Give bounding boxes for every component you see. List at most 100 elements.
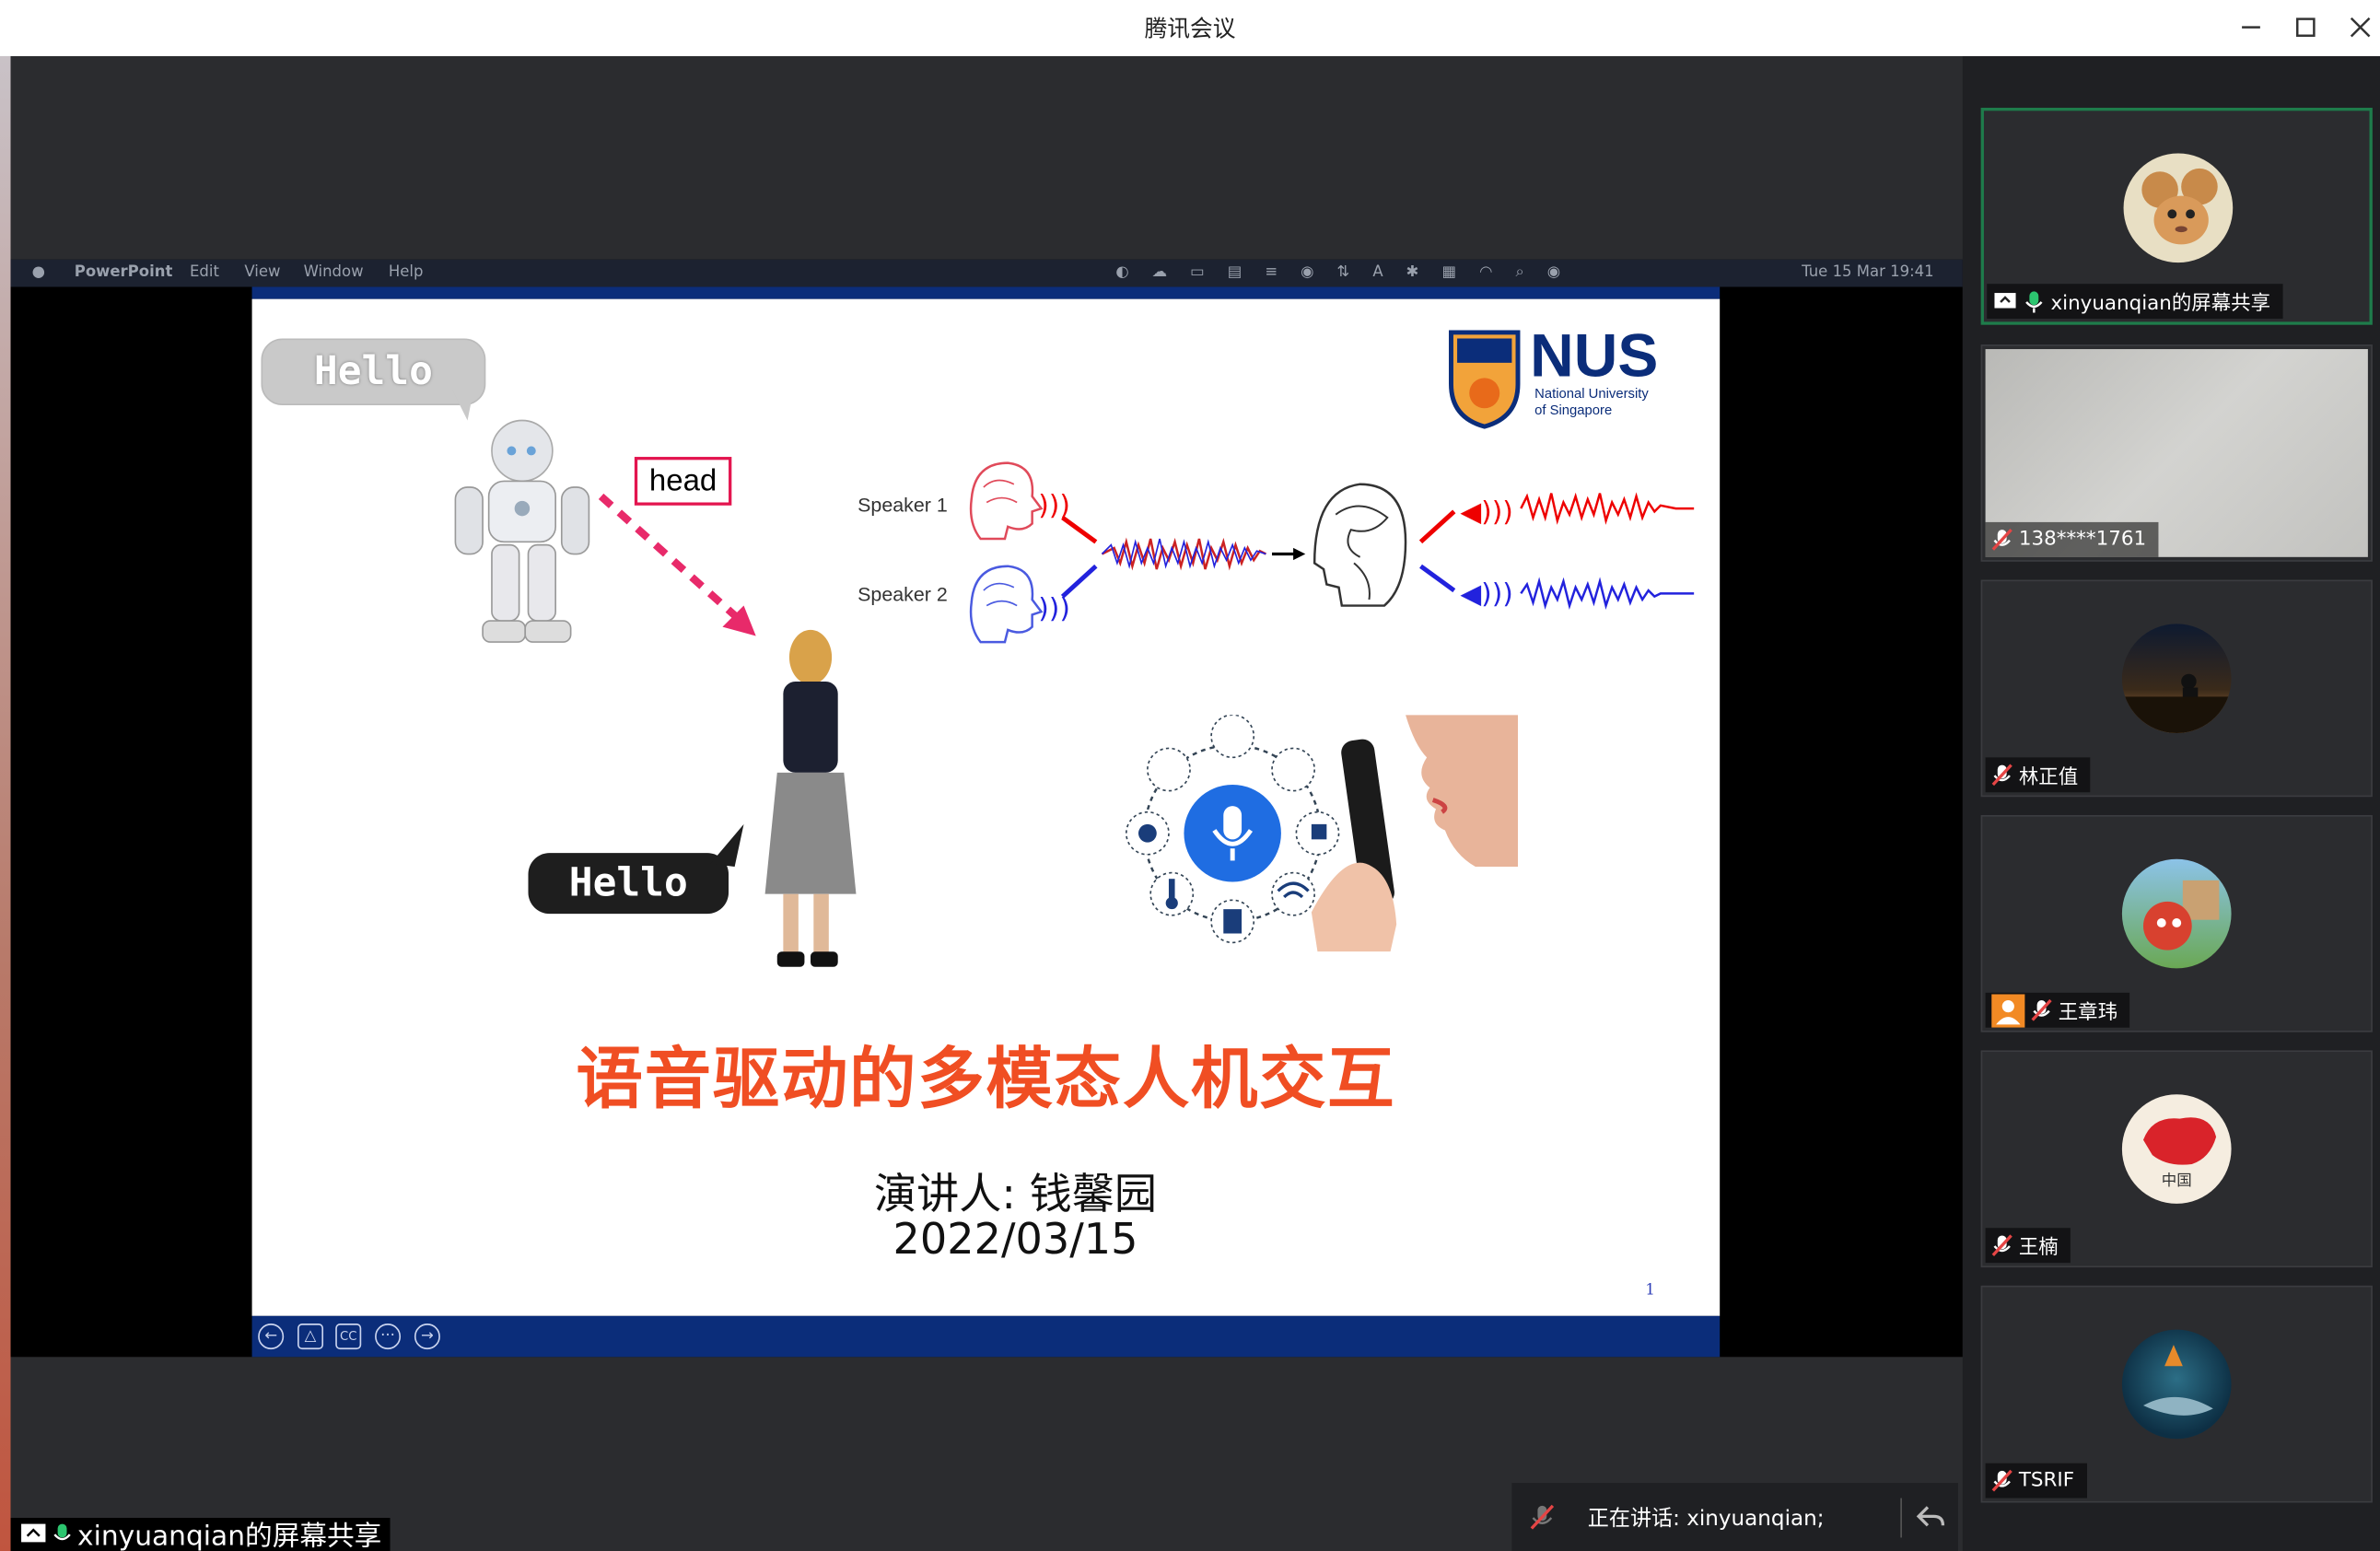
minimize-button[interactable] (2232, 9, 2271, 46)
participant-tile[interactable]: 138****1761 (1980, 344, 2373, 562)
participant-tile[interactable]: 王章玮 (1980, 814, 2373, 1032)
window-title: 腾讯会议 (1144, 15, 1236, 43)
hello-bubble-bottom: Hello (528, 853, 729, 915)
mac-menu-window: Window (303, 263, 364, 281)
woman-figure-icon (764, 629, 857, 967)
mac-menu-view: View (244, 263, 281, 281)
cartoon-character-avatar-icon (2142, 880, 2220, 950)
app-window: 腾讯会议 ● PowerPoint Edit View Window Help … (0, 0, 2380, 1551)
mac-clock: Tue 15 Mar 19:41 (1802, 263, 1934, 281)
participant-name: xinyuanqian的屏幕共享 (2050, 293, 2271, 316)
bubble-tail-bottom-icon (710, 823, 744, 868)
reply-arrow-icon[interactable] (1916, 1504, 1946, 1528)
slide-top-band (251, 286, 1721, 299)
avatar (2123, 153, 2234, 263)
screen-share-icon (21, 1523, 46, 1543)
page-number: 1 (1645, 1282, 1655, 1300)
mic-muted-icon (1991, 1233, 2012, 1256)
close-button[interactable] (2340, 9, 2380, 46)
arrow-right-icon: → (420, 1328, 434, 1346)
participant-name: 林正值 (2018, 766, 2079, 789)
user-host-icon (1991, 993, 2025, 1027)
speaking-text: 正在讲话: xinyuanqian; (1587, 1507, 1825, 1532)
pen-tool-button[interactable]: △ (298, 1324, 324, 1350)
more-icon: ··· (380, 1328, 395, 1346)
nus-logo-text: NUS (1530, 323, 1659, 391)
speaker1-label: Speaker 1 (858, 493, 948, 517)
nus-subtitle-1: National University (1534, 385, 1649, 402)
close-icon (2350, 17, 2371, 38)
hello-bottom-text: Hello (568, 860, 688, 906)
presentation-slide: Hello head Hello Speaker 1 Speaker 2)))… (251, 298, 1721, 1316)
avatar (2121, 624, 2232, 733)
participant-tile[interactable]: 中国 王楠 (1980, 1050, 2373, 1268)
participant-name: TSRIF (2018, 1469, 2075, 1492)
prev-slide-button[interactable]: ← (258, 1324, 285, 1350)
participant-name-bar: 王章玮 (1985, 992, 2130, 1028)
participant-name: 王章玮 (2058, 1001, 2118, 1025)
svg-text:◀))): ◀))) (1460, 577, 1513, 609)
divider (1900, 1498, 1902, 1538)
participant-name-bar: 林正值 (1985, 757, 2091, 793)
mic-muted-icon (1991, 1468, 2012, 1491)
mac-app-name: PowerPoint (74, 263, 173, 281)
arrow-left-icon: ← (264, 1328, 278, 1346)
mac-status-icons: ◐ ☁ ▭ ▤ ≡ ◉ ⇅ A ✱ ▦ ◠ ⌕ ◉ (1115, 263, 1570, 281)
head-blue-icon (969, 565, 1044, 644)
minimize-icon (2242, 26, 2260, 29)
apple-icon: ● (31, 263, 46, 281)
mic-on-icon (53, 1523, 71, 1541)
speaking-indicator: 正在讲话: xinyuanqian; (1511, 1483, 1958, 1551)
speaker2-label: Speaker 2 (858, 582, 948, 606)
participant-name-bar: 138****1761 (1985, 521, 2159, 557)
nus-subtitle-2: of Singapore (1534, 402, 1613, 418)
mic-muted-icon (2031, 998, 2052, 1020)
hello-top-text: Hello (313, 349, 433, 395)
participant-tile[interactable]: xinyuanqian的屏幕共享 (1980, 108, 2373, 325)
participant-name-bar: xinyuanqian的屏幕共享 (1987, 284, 2283, 320)
svg-text:))): ))) (1038, 489, 1070, 521)
cc-icon: CC (339, 1329, 357, 1344)
participant-tile[interactable]: TSRIF (1980, 1285, 2373, 1503)
participant-name: 王楠 (2018, 1237, 2059, 1260)
screen-share-icon (1994, 292, 2016, 308)
mic-muted-icon (1991, 528, 2012, 550)
captions-button[interactable]: CC (335, 1324, 362, 1350)
robot-icon (454, 419, 590, 643)
maximize-button[interactable] (2286, 9, 2326, 46)
slide-navigation-bar: ← △ CC ··· → (251, 1315, 1721, 1358)
ocean-whale-avatar-icon (2142, 1345, 2213, 1416)
pen-icon: △ (304, 1328, 317, 1346)
avatar: 中国 (2121, 1094, 2232, 1204)
more-options-button[interactable]: ··· (375, 1324, 402, 1350)
next-slide-button[interactable]: → (414, 1324, 440, 1350)
head-red-icon (969, 461, 1044, 541)
speech-separation-diagram: ))) ))) ◀))) ◀))) (969, 461, 1695, 644)
mic-muted-icon (1991, 763, 2012, 786)
participant-tile[interactable]: 林正值 (1980, 579, 2373, 798)
night-city-avatar-icon (2121, 673, 2232, 733)
bottom-share-label: xinyuanqian的屏幕共享 (10, 1518, 391, 1551)
slide-title: 语音驱动的多模态人机交互 (576, 1041, 1396, 1119)
avatar (2121, 1329, 2232, 1440)
mac-menu-help: Help (388, 263, 424, 281)
nus-crest-icon (1449, 330, 1521, 429)
mac-menu-edit: Edit (190, 263, 219, 281)
mac-menubar: ● PowerPoint Edit View Window Help ◐ ☁ ▭… (10, 259, 1963, 287)
mic-on-icon (2025, 290, 2043, 312)
bottom-share-text: xinyuanqian的屏幕共享 (77, 1521, 382, 1551)
svg-text:中国: 中国 (2162, 1172, 2192, 1189)
avatar (2121, 858, 2232, 969)
presentation-date: 2022/03/15 (892, 1214, 1138, 1265)
mic-muted-icon[interactable] (1530, 1504, 1555, 1532)
presenter-line: 演讲人: 钱馨园 (873, 1168, 1158, 1219)
brain-head-icon (1312, 483, 1407, 607)
participant-name-bar: TSRIF (1985, 1463, 2087, 1499)
china-map-avatar-icon: 中国 (2142, 1117, 2217, 1189)
title-bar: 腾讯会议 (0, 0, 2380, 56)
cartoon-mouse-avatar-icon (2141, 168, 2218, 245)
svg-text:◀))): ◀))) (1460, 495, 1513, 527)
maximize-icon (2296, 17, 2316, 37)
dashed-arrow-icon (598, 493, 756, 636)
participant-name-bar: 王楠 (1985, 1228, 2071, 1264)
